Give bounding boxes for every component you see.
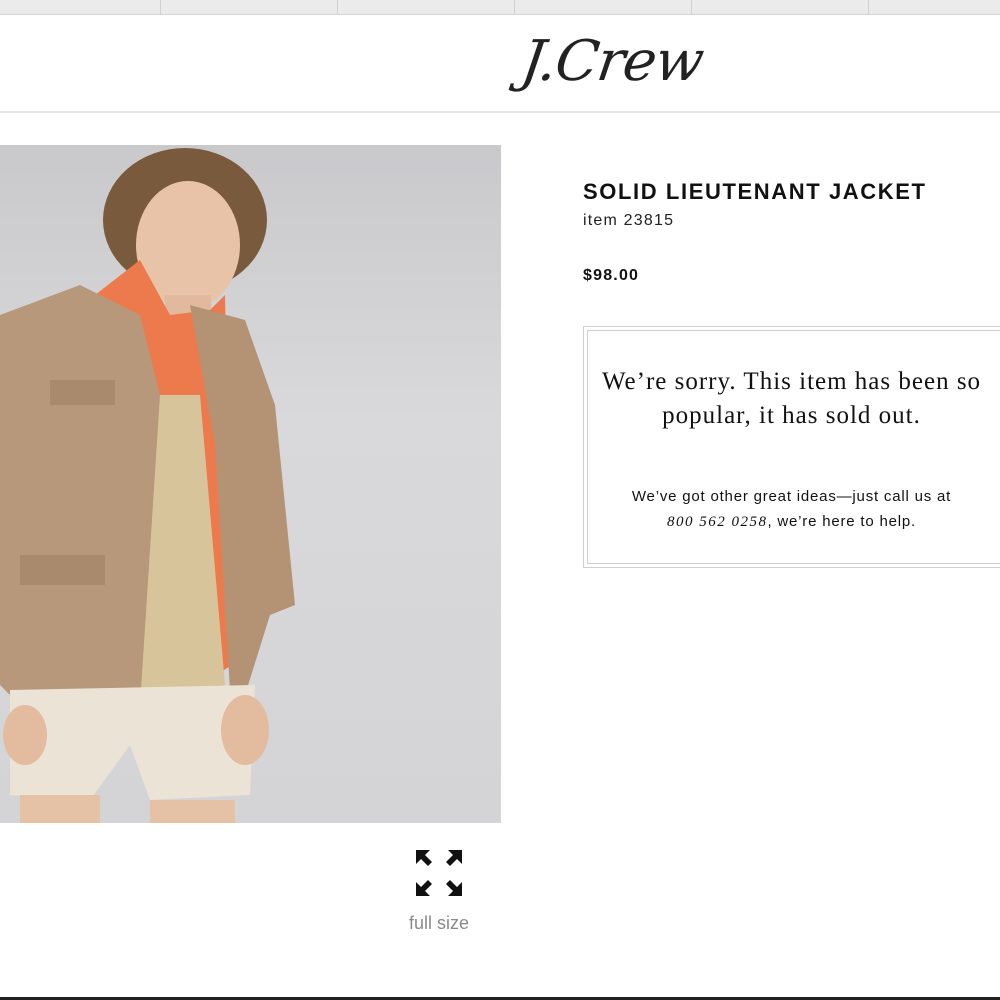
- product-photo[interactable]: [0, 145, 501, 823]
- expand-arrows-icon[interactable]: [414, 848, 464, 898]
- sold-out-message: We’re sorry. This item has been so popul…: [601, 368, 982, 429]
- browser-tab[interactable]: [161, 0, 338, 14]
- help-prefix: We’ve got other great ideas—just call us…: [631, 488, 952, 505]
- product-title: SOLID LIEUTENANT JACKET: [583, 179, 927, 204]
- product-price: $98.00: [583, 267, 640, 284]
- browser-tab[interactable]: [338, 0, 515, 14]
- jcrew-logo[interactable]: J.Crew: [517, 29, 707, 94]
- browser-tab-strip: [0, 0, 1000, 15]
- browser-tab[interactable]: [515, 0, 692, 14]
- help-suffix: , we’re here to help.: [767, 513, 917, 530]
- item-number: item 23815: [583, 212, 675, 229]
- help-text: We’ve got other great ideas—just call us…: [594, 484, 989, 535]
- browser-tab[interactable]: [692, 0, 869, 14]
- full-size-link[interactable]: full size: [395, 913, 483, 934]
- model-illustration: [0, 148, 295, 823]
- phone-number[interactable]: 800 562 0258: [667, 514, 768, 530]
- site-header: J.Crew: [0, 15, 1000, 113]
- browser-tab[interactable]: [0, 0, 161, 14]
- sold-out-notice: We’re sorry. This item has been so popul…: [583, 326, 1000, 568]
- browser-tab[interactable]: [869, 0, 1000, 14]
